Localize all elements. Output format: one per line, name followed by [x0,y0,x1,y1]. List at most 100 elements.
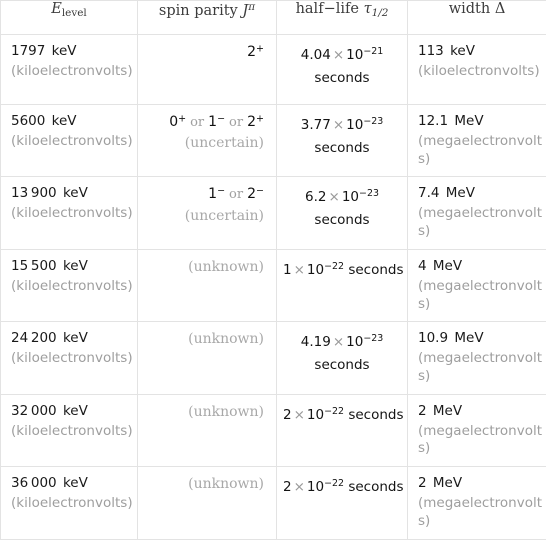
column-header-energy-symbol: E [51,1,62,17]
width-unit-full: (megaelectronvolts) [418,495,542,531]
parity-sign: + [256,43,264,54]
energy-unit-abbr: keV [52,113,77,129]
cell-spin-parity: (unknown) [138,467,277,539]
half-life-unit: seconds [314,70,369,86]
table-row: 5600 keV(kiloelectronvolts)0+or1−or2+(un… [1,105,546,177]
half-life-base: 10 [307,407,324,423]
energy-value: 36 000 keV [11,475,128,493]
spin-parity-qualifier: (uncertain) [148,134,264,152]
cell-energy: 36 000 keV (kiloelectronvolts) [1,467,138,539]
width-unit-abbr: keV [450,43,475,59]
column-header-half-life-subscript: 1/2 [372,7,389,19]
cell-spin-parity: (unknown) [138,394,277,466]
width-value: 4 MeV [418,258,537,276]
cell-energy: 24 200 keV(kiloelectronvolts) [1,322,138,394]
cell-energy: 1797 keV(kiloelectronvolts) [1,35,138,105]
half-life-exponent: −23 [363,116,383,127]
multiplication-sign: × [294,407,305,423]
column-header-spin-parity: spin parity Jπ [138,1,277,35]
multiplication-sign: × [294,479,305,495]
cell-energy: 15 500 keV (kiloelectronvolts) [1,249,138,321]
energy-unit-full: (kiloelectronvolts) [11,278,133,296]
cell-width: 10.9 MeV(megaelectronvolts) [408,322,546,394]
cell-width: 4 MeV(megaelectronvolts) [408,249,546,321]
half-life-expression: 2×10−22 seconds [283,407,404,423]
width-unit-abbr: MeV [433,475,462,491]
half-life-mantissa: 3.77 [301,117,331,133]
spin-parity-values: 0+or1−or2+ [148,113,264,131]
spin-parity-qualifier: (unknown) [148,258,264,276]
cell-width: 113 keV(kiloelectronvolts) [408,35,546,105]
column-header-energy: Elevel [1,1,138,35]
energy-unit-full: (kiloelectronvolts) [11,495,133,513]
half-life-exponent: −22 [324,406,344,417]
energy-unit-abbr: keV [63,403,88,419]
half-life-expression: 3.77×10−23 seconds [301,117,383,156]
cell-width: 7.4 MeV(megaelectronvolts) [408,177,546,249]
column-header-half-life-symbol: τ [364,1,372,17]
half-life-expression: 4.19×10−23 seconds [301,334,383,373]
energy-unit-abbr: keV [63,258,88,274]
energy-value: 5600 keV [11,113,128,131]
half-life-mantissa: 4.04 [301,47,331,63]
half-life-expression: 1×10−22 seconds [283,262,404,278]
cell-spin-parity: (unknown) [138,249,277,321]
column-header-width-text: width [449,1,491,17]
column-header-width: width Δ [408,1,546,35]
spin-parity-qualifier: (unknown) [148,475,264,493]
half-life-mantissa: 2 [283,407,292,423]
energy-unit-abbr: keV [63,475,88,491]
spin-parity-qualifier: (unknown) [148,330,264,348]
cell-spin-parity: 2+ [138,35,277,105]
half-life-unit: seconds [314,357,369,373]
spin-parity-qualifier: (unknown) [148,403,264,421]
multiplication-sign: × [333,334,344,350]
spin-parity-term: 0+ [169,114,186,130]
width-value: 2 MeV [418,403,537,421]
column-header-half-life-text: half−life [296,1,359,17]
energy-value: 24 200 keV [11,330,128,348]
energy-unit-full: (kiloelectronvolts) [11,63,133,81]
multiplication-sign: × [333,47,344,63]
width-unit-abbr: MeV [454,330,483,346]
spin-parity-term: 2+ [247,44,264,60]
spin-parity-separator: or [229,115,243,130]
half-life-base: 10 [342,189,359,205]
parity-sign: + [256,113,264,124]
nuclear-energy-levels-table: Elevel spin parity Jπ half−life τ1/2 wid… [0,0,546,540]
width-unit-abbr: MeV [433,403,462,419]
cell-width: 12.1 MeV(megaelectronvolts) [408,105,546,177]
table-row: 13 900 keV(kiloelectronvolts)1−or2−(unce… [1,177,546,249]
multiplication-sign: × [329,189,340,205]
half-life-unit: seconds [348,479,403,495]
cell-energy: 5600 keV (kiloelectronvolts) [1,105,138,177]
multiplication-sign: × [333,117,344,133]
table-row: 24 200 keV(kiloelectronvolts) (unknown) 4.… [1,322,546,394]
spin-parity-values: 1−or2− [148,185,264,203]
half-life-base: 10 [346,47,363,63]
half-life-mantissa: 6.2 [305,189,326,205]
spin-parity-term: 2− [247,186,264,202]
half-life-unit: seconds [314,212,369,228]
energy-unit-full: (kiloelectronvolts) [11,423,133,441]
width-unit-full: (megaelectronvolts) [418,205,542,241]
column-header-spin-parity-superscript: π [248,1,255,13]
width-unit-abbr: MeV [454,113,483,129]
spin-parity-term: 1− [208,186,225,202]
parity-sign: − [256,186,264,197]
spin-parity-separator: or [190,115,204,130]
table-row: 1797 keV(kiloelectronvolts)2+4.04×10−21 … [1,35,546,105]
cell-energy: 32 000 keV (kiloelectronvolts) [1,394,138,466]
energy-unit-full: (kiloelectronvolts) [11,133,133,151]
energy-unit-abbr: keV [52,43,77,59]
width-value: 2 MeV [418,475,537,493]
table-header-row: Elevel spin parity Jπ half−life τ1/2 wid… [1,1,546,35]
half-life-expression: 4.04×10−21 seconds [301,47,383,86]
energy-value: 32 000 keV [11,403,128,421]
energy-value: 15 500 keV [11,258,128,276]
multiplication-sign: × [294,262,305,278]
half-life-exponent: −22 [324,478,344,489]
half-life-exponent: −23 [359,189,379,200]
cell-spin-parity: (unknown) [138,322,277,394]
width-unit-full: (megaelectronvolts) [418,423,542,459]
